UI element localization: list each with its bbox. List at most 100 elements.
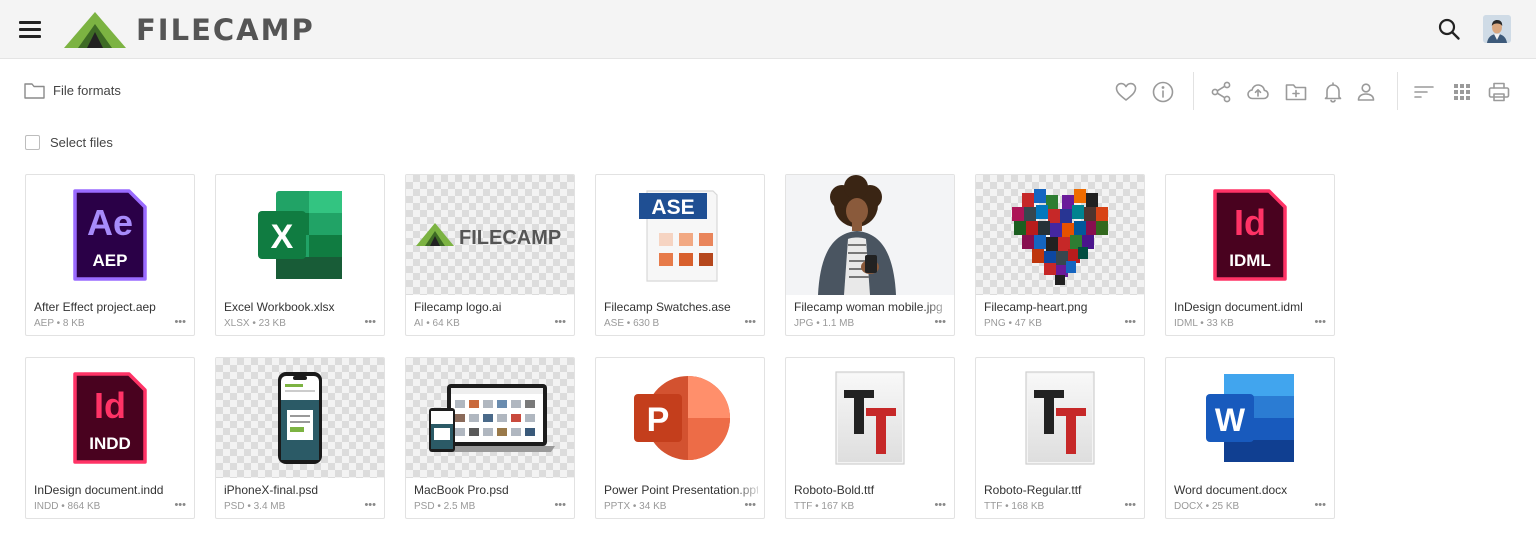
filecamp-logo[interactable]: FILECAMP: [62, 10, 315, 50]
more-options-icon[interactable]: •••: [934, 500, 946, 511]
more-options-icon[interactable]: •••: [174, 500, 186, 511]
more-options-icon[interactable]: •••: [174, 317, 186, 328]
more-options-icon[interactable]: •••: [1124, 500, 1136, 511]
name-fade: [924, 299, 954, 315]
cloud-upload-icon[interactable]: [1246, 80, 1270, 104]
file-name: Filecamp-heart.png: [984, 300, 1088, 314]
bell-icon[interactable]: [1321, 80, 1345, 104]
idml-badge: IDML: [1229, 251, 1271, 270]
file-card[interactable]: Ae AEP After Effect project.aep AEP • 8 …: [25, 174, 195, 336]
file-card[interactable]: Roboto-Bold.ttf TTF • 167 KB •••: [785, 357, 955, 519]
file-thumbnail-jpg: [786, 175, 954, 295]
file-meta: XLSX • 23 KB: [224, 318, 286, 329]
file-thumbnail-indd: Id INDD: [26, 358, 194, 478]
file-thumbnail-png: [976, 175, 1144, 295]
more-options-icon[interactable]: •••: [554, 500, 566, 511]
file-name: Filecamp logo.ai: [414, 300, 502, 314]
file-thumbnail-ttf: [786, 358, 954, 478]
ase-badge: ASE: [651, 196, 694, 219]
new-folder-icon[interactable]: [1284, 80, 1308, 104]
select-files[interactable]: Select files: [25, 135, 113, 150]
file-name: InDesign document.idml: [1174, 300, 1303, 314]
sort-icon[interactable]: [1412, 80, 1436, 104]
file-meta: AEP • 8 KB: [34, 318, 85, 329]
file-meta: ASE • 630 B: [604, 318, 660, 329]
pptx-glyph: P: [647, 401, 670, 439]
more-options-icon[interactable]: •••: [1314, 500, 1326, 511]
toolbar-divider: [1193, 72, 1194, 110]
file-card[interactable]: iPhoneX-final.psd PSD • 3.4 MB •••: [215, 357, 385, 519]
file-card[interactable]: Roboto-Regular.ttf TTF • 168 KB •••: [975, 357, 1145, 519]
file-card[interactable]: FILECAMP Filecamp logo.ai AI • 64 KB •••: [405, 174, 575, 336]
folder-toolbar: [0, 80, 1536, 106]
aep-glyph: Ae: [87, 202, 133, 243]
file-card[interactable]: ASE Filecamp Swatches.ase ASE • 630 B ••…: [595, 174, 765, 336]
file-card[interactable]: Filecamp-heart.png PNG • 47 KB •••: [975, 174, 1145, 336]
file-card[interactable]: Filecamp woman mobile.jpg JPG • 1.1 MB •…: [785, 174, 955, 336]
xlsx-glyph: X: [271, 218, 294, 256]
indd-glyph: Id: [94, 385, 126, 426]
file-name: Excel Workbook.xlsx: [224, 300, 335, 314]
share-icon[interactable]: [1209, 80, 1233, 104]
file-meta: PNG • 47 KB: [984, 318, 1042, 329]
file-name: MacBook Pro.psd: [414, 483, 509, 497]
file-name: Filecamp Swatches.ase: [604, 300, 731, 314]
file-thumbnail-idml: Id IDML: [1166, 175, 1334, 295]
more-options-icon[interactable]: •••: [1124, 317, 1136, 328]
ai-logo-text: FILECAMP: [459, 227, 561, 249]
file-name: iPhoneX-final.psd: [224, 483, 319, 497]
file-name: Roboto-Regular.ttf: [984, 483, 1082, 497]
file-meta: PPTX • 34 KB: [604, 501, 667, 512]
file-name: Roboto-Bold.ttf: [794, 483, 875, 497]
more-options-icon[interactable]: •••: [934, 317, 946, 328]
more-options-icon[interactable]: •••: [364, 317, 376, 328]
file-meta: JPG • 1.1 MB: [794, 318, 855, 329]
file-card[interactable]: P Power Point Presentation.pptx PPTX • 3…: [595, 357, 765, 519]
file-card[interactable]: Id INDD InDesign document.indd INDD • 86…: [25, 357, 195, 519]
file-meta: INDD • 864 KB: [34, 501, 101, 512]
file-thumbnail-aep: Ae AEP: [26, 175, 194, 295]
toolbar-divider: [1397, 72, 1398, 110]
user-icon[interactable]: [1354, 80, 1378, 104]
file-thumbnail-macbook: [406, 358, 574, 478]
user-avatar[interactable]: [1483, 15, 1511, 43]
select-files-label: Select files: [50, 135, 113, 150]
file-thumbnail-ai: FILECAMP: [406, 175, 574, 295]
file-thumbnail-docx: W: [1166, 358, 1334, 478]
file-card[interactable]: X Excel Workbook.xlsx XLSX • 23 KB •••: [215, 174, 385, 336]
file-meta: TTF • 168 KB: [984, 501, 1045, 512]
file-name: After Effect project.aep: [34, 300, 156, 314]
more-options-icon[interactable]: •••: [364, 500, 376, 511]
file-meta: PSD • 3.4 MB: [224, 501, 286, 512]
file-thumbnail-iphone: [216, 358, 384, 478]
heart-icon[interactable]: [1114, 80, 1138, 104]
search-icon[interactable]: [1437, 17, 1461, 41]
file-thumbnail-xlsx: X: [216, 175, 384, 295]
file-card[interactable]: MacBook Pro.psd PSD • 2.5 MB •••: [405, 357, 575, 519]
select-files-checkbox[interactable]: [25, 135, 40, 150]
name-fade: [734, 482, 764, 498]
file-meta: AI • 64 KB: [414, 318, 460, 329]
file-card[interactable]: Id IDML InDesign document.idml IDML • 33…: [1165, 174, 1335, 336]
file-card[interactable]: W Word document.docx DOCX • 25 KB •••: [1165, 357, 1335, 519]
top-bar: FILECAMP: [0, 0, 1536, 59]
file-name: InDesign document.indd: [34, 483, 164, 497]
file-thumbnail-pptx: P: [596, 358, 764, 478]
file-meta: PSD • 2.5 MB: [414, 501, 476, 512]
info-icon[interactable]: [1151, 80, 1175, 104]
file-meta: IDML • 33 KB: [1174, 318, 1234, 329]
grid-view-icon[interactable]: [1450, 80, 1474, 104]
file-meta: DOCX • 25 KB: [1174, 501, 1240, 512]
aep-badge: AEP: [93, 251, 128, 270]
more-options-icon[interactable]: •••: [1314, 317, 1326, 328]
print-icon[interactable]: [1487, 80, 1511, 104]
file-name: Word document.docx: [1174, 483, 1288, 497]
file-thumbnail-ttf: [976, 358, 1144, 478]
more-options-icon[interactable]: •••: [554, 317, 566, 328]
more-options-icon[interactable]: •••: [744, 500, 756, 511]
more-options-icon[interactable]: •••: [744, 317, 756, 328]
filecamp-logo-mark: [64, 12, 126, 48]
file-meta: TTF • 167 KB: [794, 501, 855, 512]
indd-badge: INDD: [89, 434, 131, 453]
hamburger-menu-icon[interactable]: [19, 19, 43, 39]
